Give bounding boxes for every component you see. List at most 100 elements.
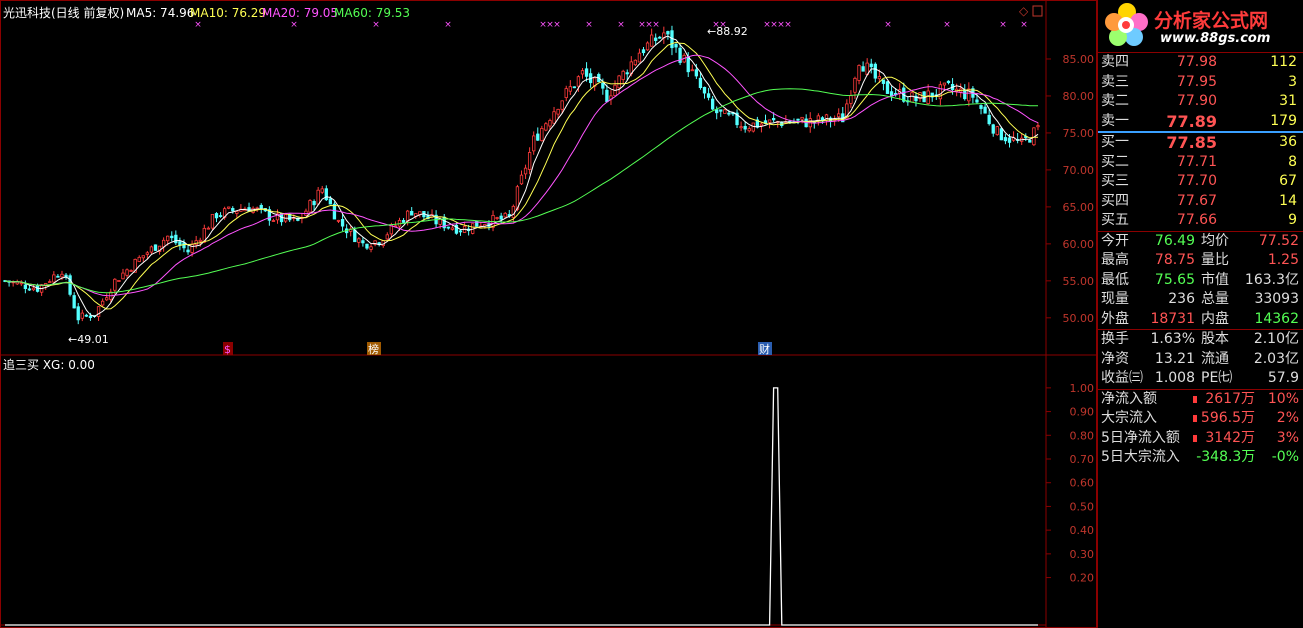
candle-body <box>328 198 333 205</box>
candle-body <box>861 66 865 72</box>
candle-body <box>857 65 861 81</box>
candle-body <box>458 230 463 233</box>
candle-body <box>580 70 585 75</box>
quote-value: 78.75 <box>1154 252 1195 268</box>
quote-row[interactable]: 外盘 18731 内盘 14362 <box>1098 310 1303 330</box>
quote-value-2: 2.03亿 <box>1253 350 1299 367</box>
candle-body <box>166 235 170 242</box>
dividend-marker-label: $ <box>224 343 231 356</box>
candle-body <box>206 227 211 230</box>
candle-body <box>544 123 548 131</box>
buy-row[interactable]: 买一 77.85 36 <box>1098 133 1303 153</box>
buy-row[interactable]: 买三 77.70 67 <box>1098 172 1303 192</box>
quote-value: 13.21 <box>1154 350 1195 367</box>
quote-stats: 今开 76.49 均价 77.52 最高 78.75 量比 1.25 最低 75.65 市值 163.… <box>1098 230 1303 330</box>
signal-x-mark: × <box>290 20 298 30</box>
indicator-tick-label: 0.30 <box>1070 548 1095 561</box>
candle-body <box>641 49 646 54</box>
candle-body <box>410 210 414 216</box>
flow-value: 3142万 <box>1205 429 1255 446</box>
rank-marker-label: 榜 <box>368 342 379 356</box>
quote-label: 收益㈢ <box>1101 370 1143 386</box>
buy-row[interactable]: 买五 77.66 9 <box>1098 211 1303 231</box>
quote-row[interactable]: 换手 1.63% 股本 2.10亿 <box>1098 330 1303 350</box>
quote-row[interactable]: 最高 78.75 量比 1.25 <box>1098 251 1303 271</box>
candle-body <box>170 235 174 239</box>
quote-row[interactable]: 现量 236 总量 33093 <box>1098 290 1303 310</box>
flow-row[interactable]: 大宗流入 596.5万 2% <box>1098 409 1303 429</box>
signal-x-mark: × <box>884 20 892 30</box>
quote-value: 76.49 <box>1154 232 1195 249</box>
quote-row[interactable]: 净资 13.21 流通 2.03亿 <box>1098 350 1303 370</box>
candle-body <box>361 240 365 244</box>
signal-x-mark: × <box>372 20 380 30</box>
buy-row[interactable]: 买二 77.71 8 <box>1098 153 1303 173</box>
candle-body <box>710 98 715 110</box>
sell-row[interactable]: 卖四 77.98 112 <box>1098 53 1303 73</box>
flower-logo-icon <box>1105 3 1148 46</box>
candle-body <box>31 287 36 291</box>
flow-percent: -0% <box>1271 449 1300 465</box>
candle-body <box>113 278 117 291</box>
fundamental-stats: 换手 1.63% 股本 2.10亿 净资 13.21 流通 2.03亿 收益㈢ 1.008 PE㈦ 5… <box>1098 329 1303 389</box>
quote-label-2: PE㈦ <box>1201 370 1233 386</box>
candle-body <box>19 282 23 285</box>
signal-marks: × × × × × × × × × × × × × × × × × × × × × × <box>194 20 1028 30</box>
indicator-title: 追三买 XG: 0.00 <box>3 357 95 372</box>
candle-body <box>995 126 999 136</box>
signal-x-mark: × <box>444 20 452 30</box>
diamond-icon[interactable]: ◇ <box>1019 4 1029 18</box>
flow-value: 2617万 <box>1205 390 1255 407</box>
candle-body <box>767 119 772 123</box>
candle-body <box>72 295 76 309</box>
ma20-legend: MA20: 79.05 <box>262 6 338 20</box>
candle-body <box>100 300 105 306</box>
flow-label: 大宗流入 <box>1101 410 1157 426</box>
flow-row[interactable]: 净流入额 2617万 10% <box>1098 390 1303 410</box>
candle-body <box>446 226 450 229</box>
candle-body <box>161 239 166 248</box>
flow-row[interactable]: 5日大宗流入 -348.3万 -0% <box>1098 448 1303 468</box>
quote-value: 1.008 <box>1154 370 1195 386</box>
candle-body <box>979 105 983 109</box>
candle-body <box>174 234 178 244</box>
candle-body <box>853 77 857 93</box>
flow-value: -348.3万 <box>1196 449 1256 465</box>
candle-body <box>999 128 1004 141</box>
flow-row[interactable]: 5日净流入额 3142万 3% <box>1098 429 1303 449</box>
candle-body <box>357 238 361 243</box>
candle-body <box>117 280 121 282</box>
sell-row[interactable]: 卖一 77.89 179 <box>1098 112 1303 132</box>
candle-body <box>401 220 406 223</box>
quote-row[interactable]: 最低 75.65 市值 163.3亿 <box>1098 271 1303 291</box>
price-tick-label: 50.00 <box>1063 312 1095 325</box>
candle-body <box>771 117 776 121</box>
candle-body <box>1028 139 1032 143</box>
candle-body <box>190 243 194 253</box>
candle-body <box>353 229 357 243</box>
candle-body <box>816 115 821 121</box>
buy-row[interactable]: 买四 77.67 14 <box>1098 192 1303 212</box>
candle-body <box>938 84 943 100</box>
candle-body <box>605 89 609 103</box>
candle-body <box>987 114 991 125</box>
kline-chart[interactable]: 85.00 80.00 75.00 70.00 65.00 60.00 55.00 50.00… <box>0 0 1097 628</box>
signal-x-mark: × <box>1020 20 1028 30</box>
candle-body <box>141 255 145 259</box>
candle-body <box>308 200 312 213</box>
sell-row[interactable]: 卖二 77.90 31 <box>1098 92 1303 112</box>
sell-row[interactable]: 卖三 77.95 3 <box>1098 73 1303 93</box>
candle-body <box>564 88 568 99</box>
candle-body <box>727 112 731 115</box>
ma5-legend: MA5: 74.96 <box>126 6 194 20</box>
window-toggle-icon[interactable] <box>1032 5 1043 17</box>
candle-body <box>560 100 564 110</box>
candle-body <box>182 242 186 249</box>
candle-body <box>153 244 158 251</box>
flow-percent: 3% <box>1276 429 1299 446</box>
indicator-tick-label: 0.60 <box>1070 477 1095 490</box>
quote-row[interactable]: 今开 76.49 均价 77.52 <box>1098 232 1303 252</box>
quote-label: 最高 <box>1101 252 1129 268</box>
quote-row[interactable]: 收益㈢ 1.008 PE㈦ 57.9 <box>1098 369 1303 389</box>
candle-body <box>540 128 544 142</box>
